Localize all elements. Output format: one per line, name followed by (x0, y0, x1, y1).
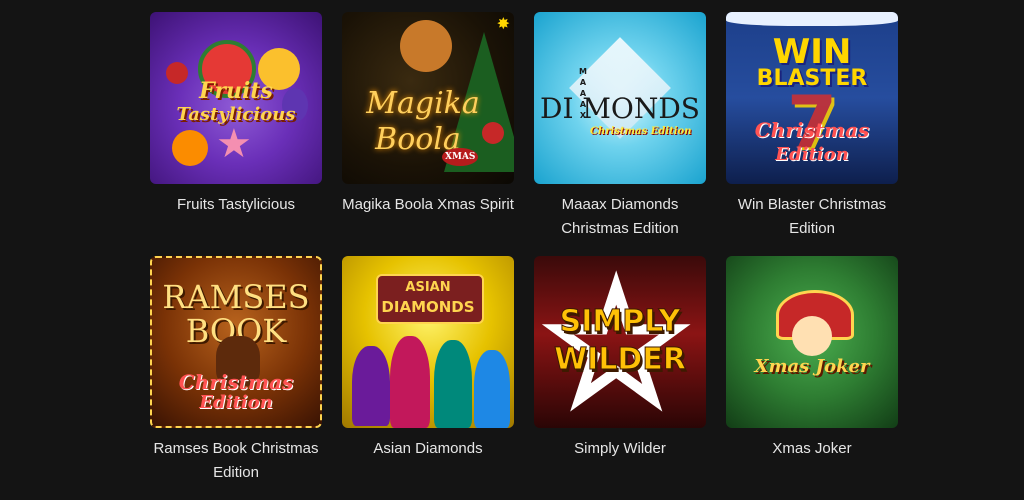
logo-vertical: MAAAX (579, 67, 587, 120)
game-card-magika-boola-xmas-spirit[interactable]: Magika Boola XMAS ✸ Magika Boola Xmas Sp… (342, 12, 514, 256)
geisha-icon (352, 346, 390, 426)
orange-icon (172, 130, 208, 166)
game-thumbnail[interactable]: DI MONDS MAAAX Christmas Edition (534, 12, 706, 184)
snow-edge (726, 12, 898, 26)
geisha-icon (390, 336, 430, 428)
game-card-maaax-diamonds-christmas-edition[interactable]: DI MONDS MAAAX Christmas Edition Maaax D… (534, 12, 706, 256)
logo-line-3: Christmas (754, 118, 870, 142)
game-card-win-blaster-christmas-edition[interactable]: WIN BLASTER 7 Christmas Edition Win Blas… (726, 12, 898, 256)
logo-line-2: MONDS (582, 92, 700, 125)
game-title[interactable]: Magika Boola Xmas Spirit (342, 193, 514, 217)
game-card-simply-wilder[interactable]: ☆ SIMPLY WILDER Simply Wilder (534, 256, 706, 500)
logo-line-2: Boola (375, 122, 461, 157)
game-title[interactable]: Fruits Tastylicious (150, 193, 322, 217)
game-title[interactable]: Simply Wilder (534, 437, 706, 461)
games-grid: Fruits Tastylicious ★ Fruits Tastyliciou… (150, 12, 898, 500)
logo-line-1: DI (540, 92, 574, 125)
game-thumbnail[interactable]: Magika Boola XMAS ✸ (342, 12, 514, 184)
logo-line-1: Xmas Joker (754, 356, 870, 377)
logo-line-1: RAMSES (162, 278, 310, 316)
logo-line-1: Magika (366, 86, 480, 121)
game-title[interactable]: Asian Diamonds (342, 437, 514, 461)
game-card-ramses-book-christmas-edition[interactable]: RAMSES BOOK Christmas Edition Ramses Boo… (150, 256, 322, 500)
joker-face-icon (792, 316, 832, 356)
logo-line-4: Edition (199, 392, 273, 413)
logo-line-1: SIMPLY (559, 304, 681, 340)
game-title[interactable]: Maaax Diamonds Christmas Edition (534, 193, 706, 241)
game-card-fruits-tastylicious[interactable]: Fruits Tastylicious ★ Fruits Tastyliciou… (150, 12, 322, 256)
logo-line-3: Christmas (178, 370, 294, 394)
game-thumbnail[interactable]: ☆ SIMPLY WILDER (534, 256, 706, 428)
logo-line-4: Edition (775, 144, 849, 165)
game-title[interactable]: Xmas Joker (726, 437, 898, 461)
logo-line-1: ASIAN (405, 280, 451, 295)
sparkle-icon: ✸ (496, 16, 510, 33)
game-thumbnail[interactable]: Xmas Joker (726, 256, 898, 428)
logo-line-2: WILDER (554, 342, 687, 378)
geisha-icon (474, 350, 510, 428)
logo-line-1: Fruits (199, 78, 273, 104)
game-thumbnail[interactable]: WIN BLASTER 7 Christmas Edition (726, 12, 898, 184)
logo-line-2: DIAMONDS (381, 298, 475, 316)
game-card-asian-diamonds[interactable]: ASIAN DIAMONDS Asian Diamonds (342, 256, 514, 500)
game-thumbnail[interactable]: ASIAN DIAMONDS (342, 256, 514, 428)
logo-line-3: Christmas Edition (590, 126, 692, 137)
game-title[interactable]: Win Blaster Christmas Edition (726, 193, 898, 241)
star-icon: ★ (216, 122, 252, 166)
geisha-icon (434, 340, 472, 428)
game-thumbnail[interactable]: RAMSES BOOK Christmas Edition (150, 256, 322, 428)
game-title[interactable]: Ramses Book Christmas Edition (150, 437, 322, 485)
game-thumbnail[interactable]: Fruits Tastylicious ★ (150, 12, 322, 184)
game-card-xmas-joker[interactable]: Xmas Joker Xmas Joker (726, 256, 898, 500)
